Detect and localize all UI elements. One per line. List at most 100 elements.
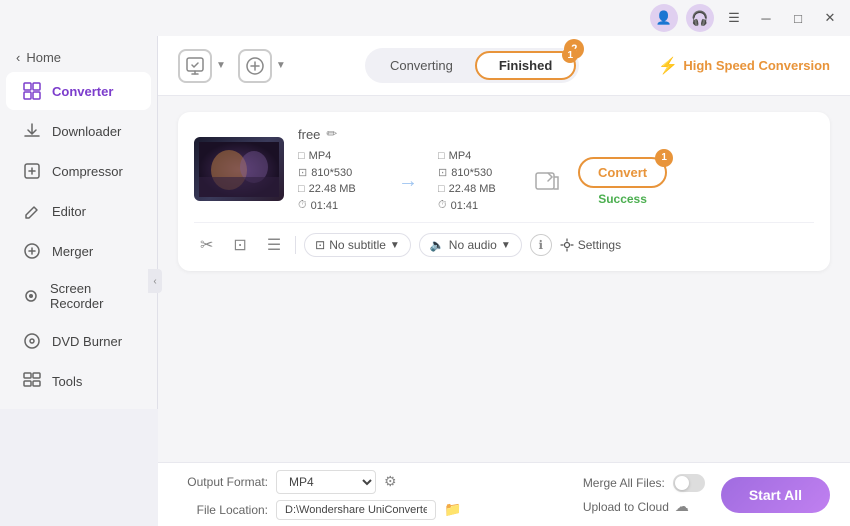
dvd-burner-icon bbox=[22, 331, 42, 351]
home-label: Home bbox=[26, 50, 61, 65]
file-location-input[interactable] bbox=[276, 500, 436, 520]
start-all-button[interactable]: Start All bbox=[721, 477, 830, 513]
headphone-icon: 🎧 bbox=[686, 4, 714, 32]
target-size-icon: □ bbox=[438, 183, 445, 195]
effects-button[interactable]: ☰ bbox=[261, 233, 287, 257]
source-duration: 01:41 bbox=[311, 200, 339, 212]
target-resolution-row: ⊡ 810*530 bbox=[438, 166, 518, 179]
target-format: MP4 bbox=[449, 150, 472, 162]
sidebar-item-compressor[interactable]: Compressor bbox=[6, 152, 151, 190]
merge-toggle[interactable] bbox=[673, 474, 705, 492]
screen-recorder-icon bbox=[22, 286, 40, 306]
finished-badge: 1 bbox=[562, 47, 578, 63]
app-body: ‹ Home Converter bbox=[0, 36, 850, 526]
convert-step-badge: 1 bbox=[655, 149, 673, 167]
add-file-chevron: ▼ bbox=[216, 60, 226, 71]
audio-chevron: ▼ bbox=[501, 240, 511, 251]
sidebar-collapse-button[interactable]: ‹ bbox=[148, 269, 162, 293]
tools-icon bbox=[22, 371, 42, 391]
bottom-form: Output Format: MP4 ⚙ File Location: 📁 bbox=[178, 470, 567, 520]
info-button[interactable]: ℹ bbox=[530, 234, 552, 256]
merge-row: Merge All Files: bbox=[583, 474, 705, 492]
source-duration-row: ⏱ 01:41 bbox=[298, 199, 378, 212]
cut-button[interactable]: ✂ bbox=[194, 233, 219, 257]
source-resolution: 810*530 bbox=[311, 167, 352, 179]
file-name-row: free ✏ bbox=[298, 126, 814, 142]
browse-folder-button[interactable]: 📁 bbox=[444, 501, 461, 518]
converting-tab[interactable]: Converting bbox=[368, 51, 475, 80]
sidebar-item-editor[interactable]: Editor bbox=[6, 192, 151, 230]
menu-icon[interactable]: ☰ bbox=[722, 6, 746, 30]
tools-label: Tools bbox=[52, 374, 82, 389]
back-home[interactable]: ‹ Home bbox=[0, 44, 157, 71]
convert-arrow: → bbox=[398, 170, 418, 193]
convert-button[interactable]: Convert 1 bbox=[578, 157, 667, 188]
high-speed-button[interactable]: ⚡ High Speed Conversion bbox=[658, 56, 830, 76]
sidebar-item-dvd-burner[interactable]: DVD Burner bbox=[6, 322, 151, 360]
merger-icon bbox=[22, 241, 42, 261]
subtitle-chevron: ▼ bbox=[390, 240, 400, 251]
audio-select[interactable]: 🔈 No audio ▼ bbox=[419, 233, 522, 257]
source-size: 22.48 MB bbox=[309, 183, 356, 195]
converter-icon bbox=[22, 81, 42, 101]
source-resolution-row: ⊡ 810*530 bbox=[298, 166, 378, 179]
sidebar-item-merger[interactable]: Merger bbox=[6, 232, 151, 270]
add-file-button[interactable]: ▼ bbox=[178, 49, 226, 83]
back-icon: ‹ bbox=[16, 50, 20, 65]
target-resolution: 810*530 bbox=[451, 167, 492, 179]
file-card: free ✏ □ MP4 ⊡ bbox=[178, 112, 830, 271]
add-format-button[interactable]: ▼ bbox=[238, 49, 286, 83]
file-location-label: File Location: bbox=[178, 503, 268, 517]
user-icon: 👤 bbox=[650, 4, 678, 32]
maximize-button[interactable]: □ bbox=[786, 6, 810, 30]
cloud-upload-icon[interactable]: ☁ bbox=[675, 498, 689, 515]
arrow-col: → bbox=[388, 170, 428, 193]
duration-icon: ⏱ bbox=[298, 199, 307, 212]
settings-label: Settings bbox=[578, 238, 621, 252]
sidebar-item-tools[interactable]: Tools bbox=[6, 362, 151, 400]
target-duration: 01:41 bbox=[451, 200, 479, 212]
edit-icon[interactable]: ✏ bbox=[326, 126, 337, 142]
file-location-row: File Location: 📁 bbox=[178, 500, 567, 520]
subtitle-select[interactable]: ⊡ No subtitle ▼ bbox=[304, 233, 411, 257]
sidebar-item-downloader[interactable]: Downloader bbox=[6, 112, 151, 150]
file-meta: □ MP4 ⊡ 810*530 □ 22.48 MB bbox=[298, 150, 814, 212]
editor-label: Editor bbox=[52, 204, 86, 219]
subtitle-icon: ⊡ bbox=[315, 238, 325, 252]
success-status: Success bbox=[598, 192, 647, 206]
resolution-icon: ⊡ bbox=[298, 166, 307, 179]
file-thumbnail bbox=[194, 137, 284, 201]
output-settings-button[interactable]: ⚙ bbox=[384, 473, 397, 490]
target-meta: □ MP4 ⊡ 810*530 □ 22.48 MB bbox=[438, 150, 518, 212]
audio-label: No audio bbox=[449, 238, 497, 252]
source-format: MP4 bbox=[309, 150, 332, 162]
settings-button[interactable]: Settings bbox=[560, 238, 621, 252]
format-icon: □ bbox=[298, 150, 305, 162]
target-size: 22.48 MB bbox=[449, 183, 496, 195]
crop-button[interactable]: ⊡ bbox=[227, 233, 252, 257]
sidebar-item-screen-recorder[interactable]: Screen Recorder bbox=[6, 272, 151, 320]
size-icon: □ bbox=[298, 183, 305, 195]
bottom-bar: Output Format: MP4 ⚙ File Location: 📁 Me… bbox=[158, 462, 850, 526]
converter-label: Converter bbox=[52, 84, 113, 99]
export-icon bbox=[534, 167, 562, 195]
merge-upload-col: Merge All Files: Upload to Cloud ☁ bbox=[583, 474, 705, 515]
content-area: free ✏ □ MP4 ⊡ bbox=[158, 96, 850, 462]
compressor-label: Compressor bbox=[52, 164, 123, 179]
add-format-icon bbox=[238, 49, 272, 83]
add-format-chevron: ▼ bbox=[276, 60, 286, 71]
target-dur-icon: ⏱ bbox=[438, 199, 447, 212]
sidebar-item-converter[interactable]: Converter bbox=[6, 72, 151, 110]
screen-recorder-label: Screen Recorder bbox=[50, 281, 135, 311]
target-duration-row: ⏱ 01:41 bbox=[438, 199, 518, 212]
thumbnail-image bbox=[194, 137, 284, 201]
top-bar: ▼ ▼ Converting Finished 2 1 bbox=[158, 36, 850, 96]
output-format-select[interactable]: MP4 bbox=[276, 470, 376, 494]
merge-label: Merge All Files: bbox=[583, 476, 665, 490]
close-button[interactable]: ✕ bbox=[818, 6, 842, 30]
convert-btn-col: Convert 1 Success bbox=[578, 157, 667, 206]
downloader-label: Downloader bbox=[52, 124, 121, 139]
output-format-row: Output Format: MP4 ⚙ bbox=[178, 470, 567, 494]
minimize-button[interactable]: ─ bbox=[754, 6, 778, 30]
finished-tab[interactable]: Finished 2 1 bbox=[475, 51, 576, 80]
